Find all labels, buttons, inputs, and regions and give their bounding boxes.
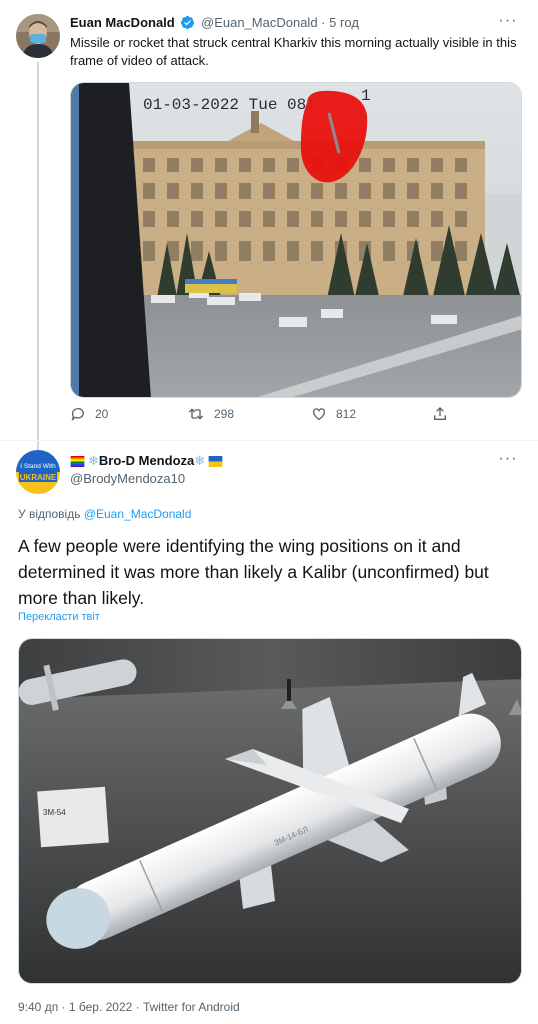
avatar-text-top: I Stand With [20,463,56,470]
video-timestamp-text: 01-03-2022 Tue 08: [143,96,316,114]
tweet1-author-name[interactable]: Euan MacDonald [70,15,175,30]
video-timestamp-tail: 1 [361,87,371,105]
verified-badge-icon [181,15,195,30]
tweet2-handle[interactable]: @BrodyMendoza10 [70,470,185,488]
avatar-text-bottom: UKRAINE [20,473,57,482]
thread-connector-line [37,62,39,450]
tweet1-text: Missile or rocket that struck central Kh… [70,35,517,68]
tweet1-action-bar: 20 298 812 [70,406,490,430]
plaque-text: 3M-54 [43,808,66,817]
brody-avatar[interactable]: I Stand With UKRAINE [16,450,60,494]
ukraine-flag-icon [208,455,223,467]
retweet-count: 298 [214,407,235,421]
reply-button[interactable]: 20 [70,406,108,422]
heart-icon [313,408,325,421]
tweet1-media-image[interactable]: 01-03-2022 Tue 08: 1 [70,82,522,398]
like-count: 812 [336,407,357,421]
tweet2-author-name[interactable]: Bro-D Mendoza [99,452,194,470]
tweet-divider [0,440,538,441]
replying-to-link[interactable]: @Euan_MacDonald [84,507,192,521]
tweet1-more-button[interactable]: ··· [496,13,520,34]
snowflake-icon: ❄ [88,453,99,468]
tweet1-time[interactable]: 5 год [329,15,359,30]
tweet2-meta: 9:40 дп · 1 бер. 2022 · Twitter for Andr… [18,1000,240,1014]
retweet-icon [188,408,204,420]
kharkiv-cctv-frame: 01-03-2022 Tue 08: 1 [71,83,521,397]
retweet-button[interactable]: 298 [187,406,234,422]
rainbow-flag-icon [70,455,85,467]
tweet2-author-row[interactable]: ❄ Bro-D Mendoza ❄ [70,452,223,470]
euan-avatar-photo [16,14,60,58]
replying-prefix: У відповідь [18,507,84,521]
share-button[interactable] [432,406,457,422]
reply-icon [71,408,84,421]
reply-count: 20 [95,407,109,421]
tweet2-text: A few people were identifying the wing p… [18,536,489,608]
kalibr-missile-model-photo: 3M-54 ЗМ-14-БЛ [19,639,521,983]
tweet1-separator: · [317,15,330,30]
tweet1-handle[interactable]: @Euan_MacDonald [201,15,318,30]
translate-tweet-link[interactable]: Перекласти твіт [18,611,100,623]
tweet2-media-image[interactable]: 3M-54 ЗМ-14-БЛ [18,638,522,984]
snowflake-icon-2: ❄ [194,453,206,468]
tweet1-header: Euan MacDonald @Euan_MacDonald · 5 год [70,14,510,32]
replying-to-line: У відповідь @Euan_MacDonald [18,506,191,522]
euan-avatar[interactable] [16,14,60,58]
stand-with-ukraine-avatar-icon: I Stand With UKRAINE [16,450,60,494]
tweet2-more-button[interactable]: ··· [496,451,520,472]
like-button[interactable]: 812 [311,406,356,422]
share-icon [434,407,446,420]
